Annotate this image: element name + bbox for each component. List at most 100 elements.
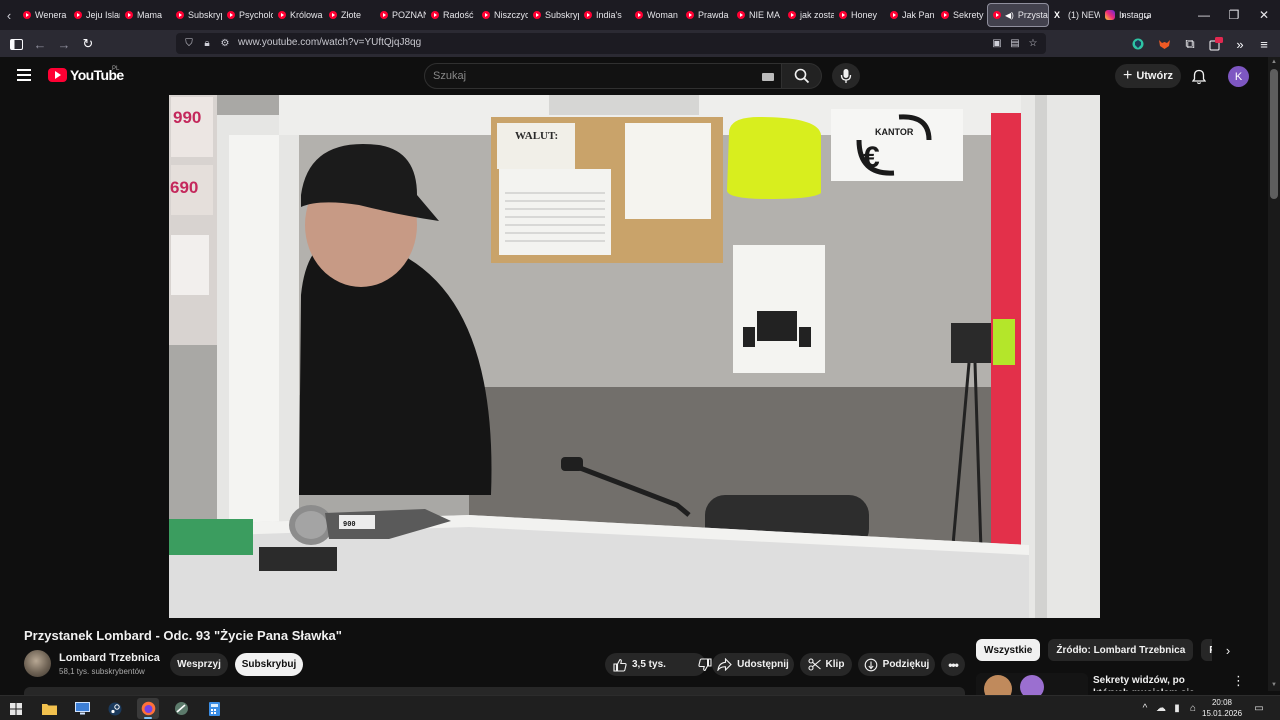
- speaker-icon[interactable]: ◀): [1005, 11, 1014, 20]
- taskbar-firefox[interactable]: [137, 698, 159, 719]
- start-button[interactable]: [5, 698, 27, 719]
- scrollbar-thumb[interactable]: [1270, 69, 1278, 199]
- browser-tab[interactable]: NIE MA: [732, 3, 783, 27]
- onedrive-icon[interactable]: ☁: [1154, 700, 1168, 716]
- system-clock[interactable]: 20:08 15.01.2026: [1202, 697, 1242, 719]
- url-bar[interactable]: ⛉ 🔒︎ ⚙ www.youtube.com/watch?v=YUftQjqJ8…: [176, 33, 1046, 54]
- browser-tab[interactable]: Jeju Island: [69, 3, 120, 27]
- account-avatar[interactable]: K: [1228, 66, 1249, 87]
- usb-device-icon[interactable]: ▮: [1170, 700, 1184, 716]
- video-player[interactable]: 990 690 WALUT: KANTOR € 900: [169, 95, 1100, 618]
- browser-tab[interactable]: X(1) NEWS: [1049, 3, 1100, 27]
- taskbar-steam[interactable]: [104, 698, 126, 719]
- browser-tab[interactable]: Złote: [324, 3, 375, 27]
- browser-tab[interactable]: Honey: [834, 3, 885, 27]
- video-frame: 990 690 WALUT: KANTOR € 900: [169, 95, 1100, 618]
- plus-icon: +: [1122, 67, 1133, 84]
- browser-tab[interactable]: Subskrypcje: [528, 3, 579, 27]
- browser-nav-bar: ← → ↻ ⛉ 🔒︎ ⚙ www.youtube.com/watch?v=YUf…: [0, 30, 1280, 57]
- extension-badge-icon[interactable]: [1206, 34, 1226, 54]
- overflow-menu-icon[interactable]: »: [1230, 34, 1250, 54]
- search-input[interactable]: [433, 68, 753, 84]
- bookmark-star-icon[interactable]: ☆: [1026, 36, 1040, 50]
- taskbar-app-tools[interactable]: [170, 698, 192, 719]
- browser-tab[interactable]: Subskrypcje: [171, 3, 222, 27]
- recommendation-title[interactable]: Sekrety widzów, po których musiałam się …: [1093, 674, 1221, 691]
- extensions-puzzle-icon[interactable]: ⧉: [1180, 34, 1200, 54]
- like-button[interactable]: 3,5 tys.: [613, 658, 666, 672]
- browser-tab[interactable]: Jak Pan: [885, 3, 936, 27]
- youtube-favicon-icon: [176, 11, 184, 19]
- description-box[interactable]: [24, 687, 965, 695]
- browser-tab[interactable]: Sekrety: [936, 3, 987, 27]
- keyboard-icon[interactable]: [762, 73, 774, 81]
- taskbar-app[interactable]: [71, 698, 93, 719]
- voice-search-button[interactable]: [832, 63, 860, 89]
- more-actions-button[interactable]: •••: [941, 653, 965, 676]
- hamburger-menu-icon[interactable]: [17, 69, 31, 81]
- browser-tab-active[interactable]: ◀)Przystanek✕: [987, 3, 1049, 27]
- subscribe-button[interactable]: Subskrybuj: [235, 653, 303, 676]
- recommendation-more-icon[interactable]: ⋮: [1232, 673, 1245, 689]
- dislike-button[interactable]: [698, 657, 712, 672]
- picture-in-picture-icon[interactable]: ▣: [990, 36, 1004, 50]
- channel-avatar[interactable]: [24, 650, 51, 677]
- chip-all[interactable]: Wszystkie: [976, 639, 1041, 661]
- browser-tab[interactable]: India's: [579, 3, 630, 27]
- vpn-extension-icon[interactable]: [1128, 34, 1148, 54]
- tab-scroll-right-icon[interactable]: ›: [1110, 0, 1136, 30]
- notification-center-icon[interactable]: ▭: [1252, 700, 1266, 716]
- app-menu-icon[interactable]: ≡: [1254, 34, 1274, 54]
- browser-tab[interactable]: Radość: [426, 3, 477, 27]
- search-button[interactable]: [782, 63, 822, 89]
- browser-tab[interactable]: POZNAŃ: [375, 3, 426, 27]
- youtube-favicon-icon: [533, 11, 541, 19]
- youtube-favicon-icon: [993, 11, 1001, 19]
- reader-view-icon[interactable]: ▤: [1008, 36, 1022, 50]
- extension-fox-icon[interactable]: [1154, 34, 1174, 54]
- tab-scroll-left-icon[interactable]: ‹: [0, 0, 18, 30]
- recommendation-thumbnail[interactable]: [976, 673, 1088, 695]
- browser-tab[interactable]: Niszczyciel: [477, 3, 528, 27]
- taskbar-calculator[interactable]: [203, 698, 225, 719]
- notifications-button[interactable]: [1188, 66, 1210, 88]
- browser-tab[interactable]: Prawda: [681, 3, 732, 27]
- chip-source[interactable]: Źródło: Lombard Trzebnica: [1048, 639, 1194, 661]
- scroll-down-icon[interactable]: ▼: [1270, 682, 1278, 688]
- sidebar-toggle-icon[interactable]: [6, 34, 26, 54]
- url-text[interactable]: www.youtube.com/watch?v=YUftQjqJ8qg: [238, 37, 421, 48]
- shield-icon[interactable]: ⛉: [182, 36, 196, 50]
- browser-tab[interactable]: Królowa: [273, 3, 324, 27]
- chip-related[interactable]: Podobne: [1201, 639, 1212, 661]
- browser-tab[interactable]: Psychologia: [222, 3, 273, 27]
- scroll-up-icon[interactable]: ▲: [1270, 59, 1278, 65]
- forward-icon[interactable]: →: [54, 34, 74, 54]
- list-all-tabs-icon[interactable]: ⌄: [1134, 0, 1160, 30]
- reload-icon[interactable]: ↻: [78, 34, 98, 54]
- monitor-icon: [74, 702, 90, 715]
- join-button[interactable]: Wesprzyj: [170, 653, 228, 676]
- youtube-favicon-icon: [431, 11, 439, 19]
- permissions-icon[interactable]: ⚙: [218, 36, 232, 50]
- browser-tab[interactable]: Woman: [630, 3, 681, 27]
- browser-tab[interactable]: Wenera: [18, 3, 69, 27]
- like-dislike-group: 3,5 tys.: [605, 653, 712, 676]
- youtube-favicon-icon: [686, 11, 694, 19]
- share-button[interactable]: Udostępnij: [712, 653, 794, 676]
- network-icon[interactable]: ⌂: [1186, 700, 1200, 716]
- channel-name[interactable]: Lombard Trzebnica: [59, 652, 160, 664]
- create-button[interactable]: + Utwórz: [1115, 64, 1181, 88]
- taskbar-file-explorer[interactable]: [38, 698, 60, 719]
- minimize-icon[interactable]: —: [1188, 0, 1220, 30]
- restore-icon[interactable]: ❐: [1218, 0, 1250, 30]
- back-icon[interactable]: ←: [30, 34, 50, 54]
- lock-icon[interactable]: 🔒︎: [200, 36, 214, 50]
- browser-tab[interactable]: jak zostać: [783, 3, 834, 27]
- close-window-icon[interactable]: ✕: [1248, 0, 1280, 30]
- thanks-button[interactable]: Podziękuj: [858, 653, 935, 676]
- browser-tab[interactable]: Mama: [120, 3, 171, 27]
- chips-next-icon[interactable]: ›: [1220, 642, 1236, 658]
- tray-overflow-icon[interactable]: ^: [1138, 700, 1152, 716]
- page-scrollbar[interactable]: ▲ ▼: [1268, 57, 1280, 691]
- clip-button[interactable]: Klip: [800, 653, 852, 676]
